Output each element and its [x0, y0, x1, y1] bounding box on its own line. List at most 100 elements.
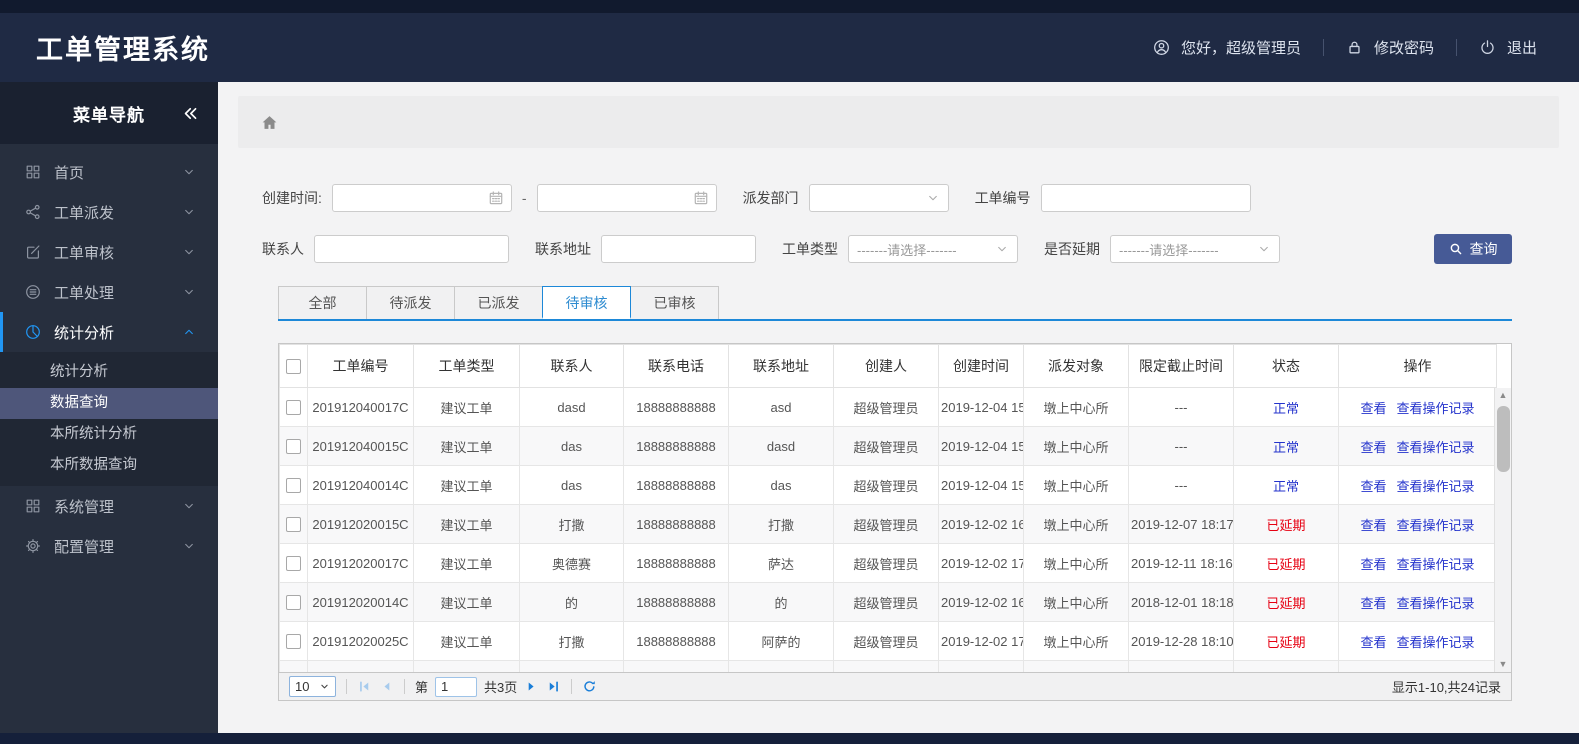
cell-target: 墩上中心所: [1023, 621, 1129, 661]
cell-contact: 的: [519, 582, 624, 622]
view-operation-log-link[interactable]: 查看操作记录: [1397, 440, 1475, 455]
view-operation-log-link[interactable]: 查看操作记录: [1397, 479, 1475, 494]
prev-page-button[interactable]: [379, 679, 394, 694]
calendar-icon: [488, 190, 504, 206]
select-all-checkbox[interactable]: [286, 358, 301, 374]
sidebar-subitem[interactable]: 统计分析: [0, 357, 218, 388]
next-page-button[interactable]: [524, 679, 539, 694]
cell-address: 萨达: [728, 543, 834, 583]
status-badge: 正常: [1233, 465, 1339, 505]
row-checkbox[interactable]: [286, 399, 301, 415]
view-link[interactable]: 查看: [1360, 557, 1386, 572]
view-link[interactable]: 查看: [1360, 518, 1386, 533]
cell-deadline: ---: [1128, 465, 1234, 505]
pagination-bar: 10 第 共3页 显示1-10,共24记录: [278, 673, 1512, 701]
cell-address: das: [728, 465, 834, 505]
sidebar-item[interactable]: 系统管理: [0, 486, 218, 526]
view-link[interactable]: 查看: [1360, 440, 1386, 455]
sidebar-item[interactable]: 工单派发: [0, 192, 218, 232]
refresh-button[interactable]: [582, 679, 597, 694]
row-checkbox[interactable]: [286, 555, 301, 571]
last-page-button[interactable]: [546, 679, 561, 694]
sidebar-item-label: 配置管理: [54, 538, 115, 556]
view-operation-log-link[interactable]: 查看操作记录: [1397, 401, 1475, 416]
status-badge: 已延期: [1233, 543, 1339, 583]
sidebar-subitem[interactable]: 数据查询: [0, 388, 218, 419]
table-header: 工单编号 工单类型 联系人 联系电话 联系地址 创建人 创建时间 派发对象 限定截止时间 状态 操作: [279, 344, 1497, 388]
cell-deadline: 2018-12-01 18:18: [1128, 582, 1234, 622]
dispatch-dept-select[interactable]: [808, 184, 949, 212]
view-operation-log-link[interactable]: 查看操作记录: [1397, 557, 1475, 572]
user-greeting[interactable]: 您好，超级管理员: [1139, 37, 1315, 58]
tab-5[interactable]: 已审核: [630, 286, 719, 319]
row-checkbox[interactable]: [286, 477, 301, 493]
cell-contact: 打撒: [519, 504, 624, 544]
records-summary: 显示1-10,共24记录: [1391, 680, 1501, 695]
row-checkbox[interactable]: [286, 673, 301, 674]
row-checkbox[interactable]: [286, 594, 301, 610]
view-operation-log-link[interactable]: 查看操作记录: [1397, 518, 1475, 533]
search-button[interactable]: 查询: [1434, 234, 1512, 264]
collapse-sidebar-icon[interactable]: [181, 105, 198, 122]
page-footer: [0, 733, 1579, 744]
chevron-down-icon: [1257, 242, 1271, 256]
sidebar-item[interactable]: 首页: [0, 152, 218, 192]
view-operation-log-link[interactable]: 查看操作记录: [1397, 596, 1475, 611]
sidebar-item[interactable]: 工单审核: [0, 232, 218, 272]
page-size-select[interactable]: 10: [289, 676, 336, 697]
cell-order-no: 201912040015C: [307, 426, 414, 466]
scroll-thumb[interactable]: [1496, 406, 1510, 472]
cell-target: 墩上中心所: [1023, 426, 1129, 466]
sidebar-item[interactable]: 配置管理: [0, 526, 218, 566]
address-input[interactable]: [601, 235, 756, 263]
tab-3[interactable]: 已派发: [454, 286, 543, 319]
sidebar-item[interactable]: 统计分析: [0, 312, 218, 352]
view-link[interactable]: 查看: [1360, 479, 1386, 494]
row-checkbox[interactable]: [286, 438, 301, 454]
change-password-link[interactable]: 修改密码: [1332, 37, 1448, 58]
delay-select[interactable]: -------请选择-------: [1110, 235, 1280, 263]
cell-creator: 超级管理员: [833, 426, 939, 466]
table-scrollbar[interactable]: ▲ ▼: [1494, 388, 1511, 672]
create-time-start-input[interactable]: [331, 184, 512, 212]
view-link[interactable]: 查看: [1360, 635, 1386, 650]
cell-target: 墩上中心所: [1023, 582, 1129, 622]
cell-phone: 18888888888: [623, 426, 729, 466]
row-checkbox[interactable]: [286, 633, 301, 649]
pager-divider: [571, 679, 573, 694]
cell-deadline: 2019-12-28 18:10: [1128, 621, 1234, 661]
view-operation-log-link[interactable]: 查看操作记录: [1397, 635, 1475, 650]
first-page-button[interactable]: [357, 679, 372, 694]
view-link[interactable]: 查看: [1360, 401, 1386, 416]
order-no-input[interactable]: [1040, 184, 1251, 212]
column-header: 联系地址: [728, 344, 834, 388]
tab-2[interactable]: 待派发: [366, 286, 455, 319]
cell-contact: das: [519, 465, 624, 505]
logout-link[interactable]: 退出: [1465, 37, 1551, 58]
cell-contact: 打撒: [519, 621, 624, 661]
user-icon: [1153, 39, 1170, 56]
cell-created: 2019-12-02 17: [938, 621, 1024, 661]
row-checkbox[interactable]: [286, 516, 301, 532]
current-page-input[interactable]: [435, 676, 478, 697]
sidebar-item-label: 工单审核: [54, 244, 115, 262]
sidebar-subitem[interactable]: 本所数据查询: [0, 450, 218, 481]
tab-4[interactable]: 待审核: [542, 286, 631, 319]
cell-phone: 18888888888: [623, 543, 729, 583]
tab-1[interactable]: 全部: [278, 286, 367, 319]
view-link[interactable]: 查看: [1360, 596, 1386, 611]
cell-target: 墩上中心所: [1023, 387, 1129, 427]
cell-order-no: 201912020025C: [307, 621, 414, 661]
scroll-up-icon[interactable]: ▲: [1499, 388, 1508, 403]
contact-input[interactable]: [314, 235, 509, 263]
create-time-end-input[interactable]: [536, 184, 717, 212]
home-icon[interactable]: [260, 113, 279, 132]
cell-order-no: 201912020014C: [307, 582, 414, 622]
sidebar-subitem[interactable]: 本所统计分析: [0, 419, 218, 450]
column-header: 派发对象: [1023, 344, 1129, 388]
order-type-select[interactable]: -------请选择-------: [848, 235, 1018, 263]
scroll-down-icon[interactable]: ▼: [1499, 657, 1508, 672]
sidebar-item[interactable]: 工单处理: [0, 272, 218, 312]
chevron-down-icon: [182, 245, 196, 259]
sidebar-item-label: 工单处理: [54, 284, 115, 302]
